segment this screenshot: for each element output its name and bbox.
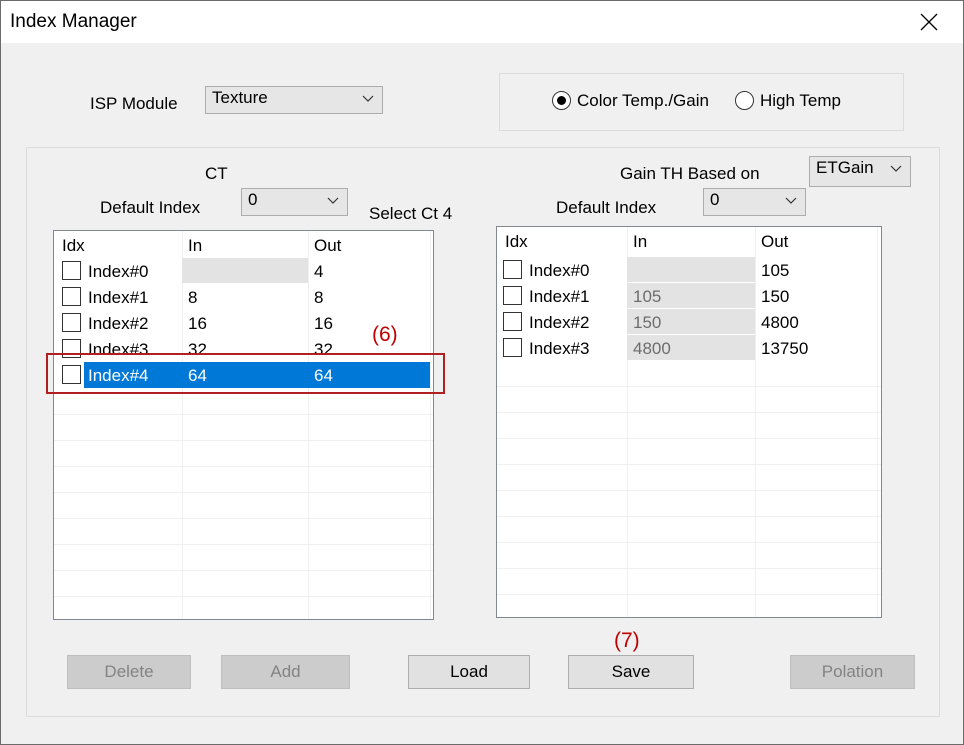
add-button[interactable]: Add [221,655,350,689]
cell-out: 8 [314,288,324,307]
row-checkbox[interactable] [62,313,81,332]
row-checkbox[interactable] [503,260,522,279]
annotation-label-7: (7) [614,629,640,652]
column-header-idx[interactable]: Idx [505,232,528,252]
select-ct-label: Select Ct 4 [369,204,453,223]
cell-in: 105 [633,287,662,306]
save-button[interactable]: Save [568,655,694,689]
window-title: Index Manager [10,11,137,32]
list-header: Idx In Out [497,227,881,253]
annotation-label-6: (6) [372,323,398,346]
cell-idx: Index#0 [88,262,149,281]
delete-button[interactable]: Delete [67,655,191,689]
cell-out: 16 [314,314,333,333]
right-default-index-value: 0 [710,190,720,209]
radio-selected-dot [557,96,566,105]
add-button-label: Add [270,662,301,681]
table-row[interactable]: Index#0 105 [497,257,881,283]
table-row[interactable]: Index#3 4800 13750 [497,335,881,361]
table-row[interactable]: Index#2 150 4800 [497,309,881,335]
disabled-cell [627,257,755,282]
column-header-out[interactable]: Out [314,236,341,256]
chevron-down-icon [785,197,797,204]
column-header-in[interactable]: In [633,232,647,252]
chevron-down-icon [890,165,902,172]
close-icon [920,13,938,31]
cell-idx: Index#1 [88,288,149,307]
row-checkbox[interactable] [503,338,522,357]
isp-module-value: Texture [212,88,268,107]
column-header-out[interactable]: Out [761,232,788,252]
cell-out: 4 [314,262,324,281]
ct-label: CT [205,164,228,183]
cell-out: 4800 [761,313,799,332]
left-default-index-value: 0 [248,190,258,209]
annotation-highlight-box [46,353,445,394]
radio-color-temp-gain[interactable] [552,91,571,110]
row-checkbox[interactable] [62,287,81,306]
cell-out: 105 [761,261,790,280]
gain-th-label: Gain TH Based on [620,164,760,183]
cell-idx: Index#1 [529,287,590,306]
row-checkbox[interactable] [62,261,81,280]
chevron-down-icon [362,95,374,102]
radio-high-temp[interactable] [735,91,754,110]
disabled-cell [182,258,308,283]
left-default-index-select[interactable]: 0 [241,188,348,216]
save-button-label: Save [611,662,651,681]
gain-index-list[interactable]: Idx In Out Index#0 105 Index#1 105 150 I… [496,226,882,618]
right-default-index-label: Default Index [556,198,657,217]
cell-in: 8 [188,288,198,307]
cell-in: 4800 [633,339,671,358]
load-button-label: Load [450,662,488,681]
ct-index-list[interactable]: Idx In Out Index#0 4 Index#1 8 8 Index#2… [53,230,434,620]
load-button[interactable]: Load [408,655,530,689]
table-row[interactable]: Index#1 105 150 [497,283,881,309]
list-header: Idx In Out [54,231,433,257]
right-default-index-select[interactable]: 0 [703,188,806,216]
close-button[interactable] [906,5,952,39]
table-row[interactable]: Index#0 4 [54,258,433,284]
delete-button-label: Delete [104,662,154,681]
cell-in: 16 [188,314,207,333]
radio-color-temp-gain-label: Color Temp./Gain [577,91,709,110]
column-header-idx[interactable]: Idx [62,236,85,256]
cell-in: 150 [633,313,662,332]
left-default-index-label: Default Index [100,198,201,217]
cell-idx: Index#2 [529,313,590,332]
gain-th-value: ETGain [816,158,874,177]
cell-idx: Index#3 [529,339,590,358]
column-header-in[interactable]: In [188,236,202,256]
cell-out: 13750 [761,339,809,358]
isp-module-label: ISP Module [90,94,178,113]
cell-idx: Index#0 [529,261,590,280]
isp-module-select[interactable]: Texture [205,86,383,114]
gain-th-select[interactable]: ETGain [809,156,911,187]
cell-out: 150 [761,287,790,306]
table-row[interactable]: Index#1 8 8 [54,284,433,310]
radio-high-temp-label: High Temp [760,91,841,110]
polation-button[interactable]: Polation [790,655,915,689]
row-checkbox[interactable] [503,286,522,305]
chevron-down-icon [327,197,339,204]
row-checkbox[interactable] [503,312,522,331]
cell-idx: Index#2 [88,314,149,333]
title-bar: Index Manager [1,1,963,43]
polation-button-label: Polation [821,662,884,681]
